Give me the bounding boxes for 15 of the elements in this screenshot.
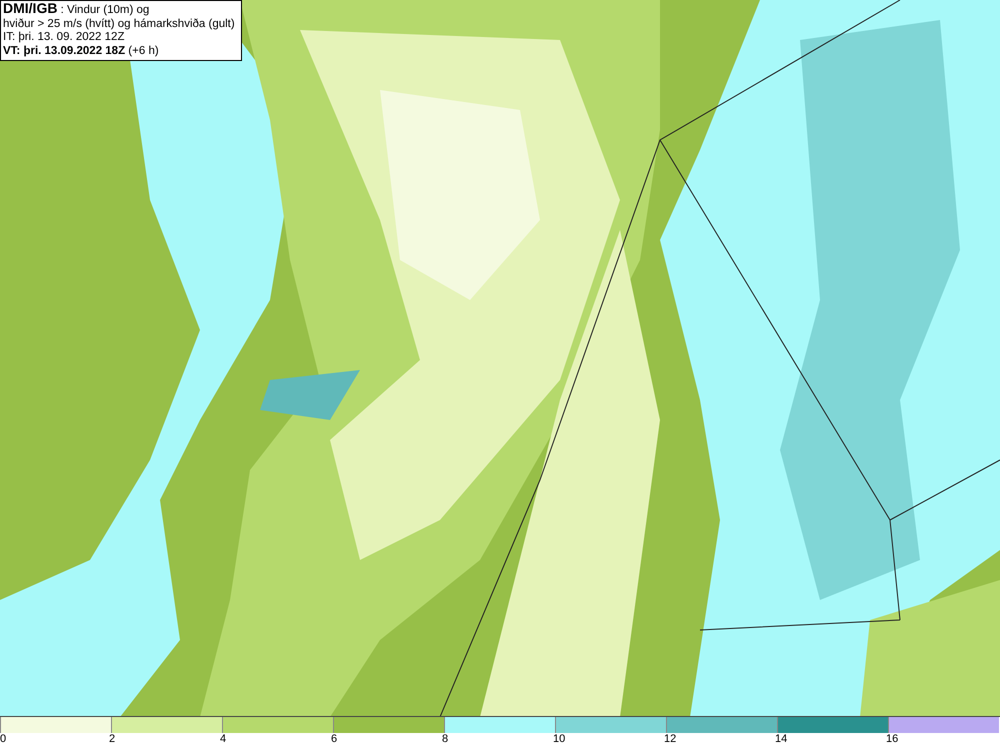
legend-tick-label: 0 [0, 733, 6, 746]
legend-tick-label: 6 [331, 733, 338, 746]
legend-tick-label: 14 [775, 733, 788, 746]
legend-tick-label: 2 [109, 733, 116, 746]
valid-time: VT: þri. 13.09.2022 18Z [3, 44, 126, 56]
forecast-offset: (+6 h) [127, 44, 159, 56]
legend-tick-label: 12 [664, 733, 676, 746]
issue-time: IT: þri. 13. 09. 2022 12Z [3, 31, 124, 43]
map-title: : Vindur (10m) og [60, 4, 150, 16]
map-subtitle: hviður > 25 m/s (hvítt) og hámarkshviða (gult) [3, 18, 235, 30]
legend-tick-label: 16 [886, 733, 898, 746]
legend-tick-label: 10 [553, 733, 566, 746]
legend-tick-label: 8 [442, 733, 448, 746]
legend-tick-label: 4 [220, 733, 226, 746]
source-label: DMI/IGB [3, 0, 58, 16]
